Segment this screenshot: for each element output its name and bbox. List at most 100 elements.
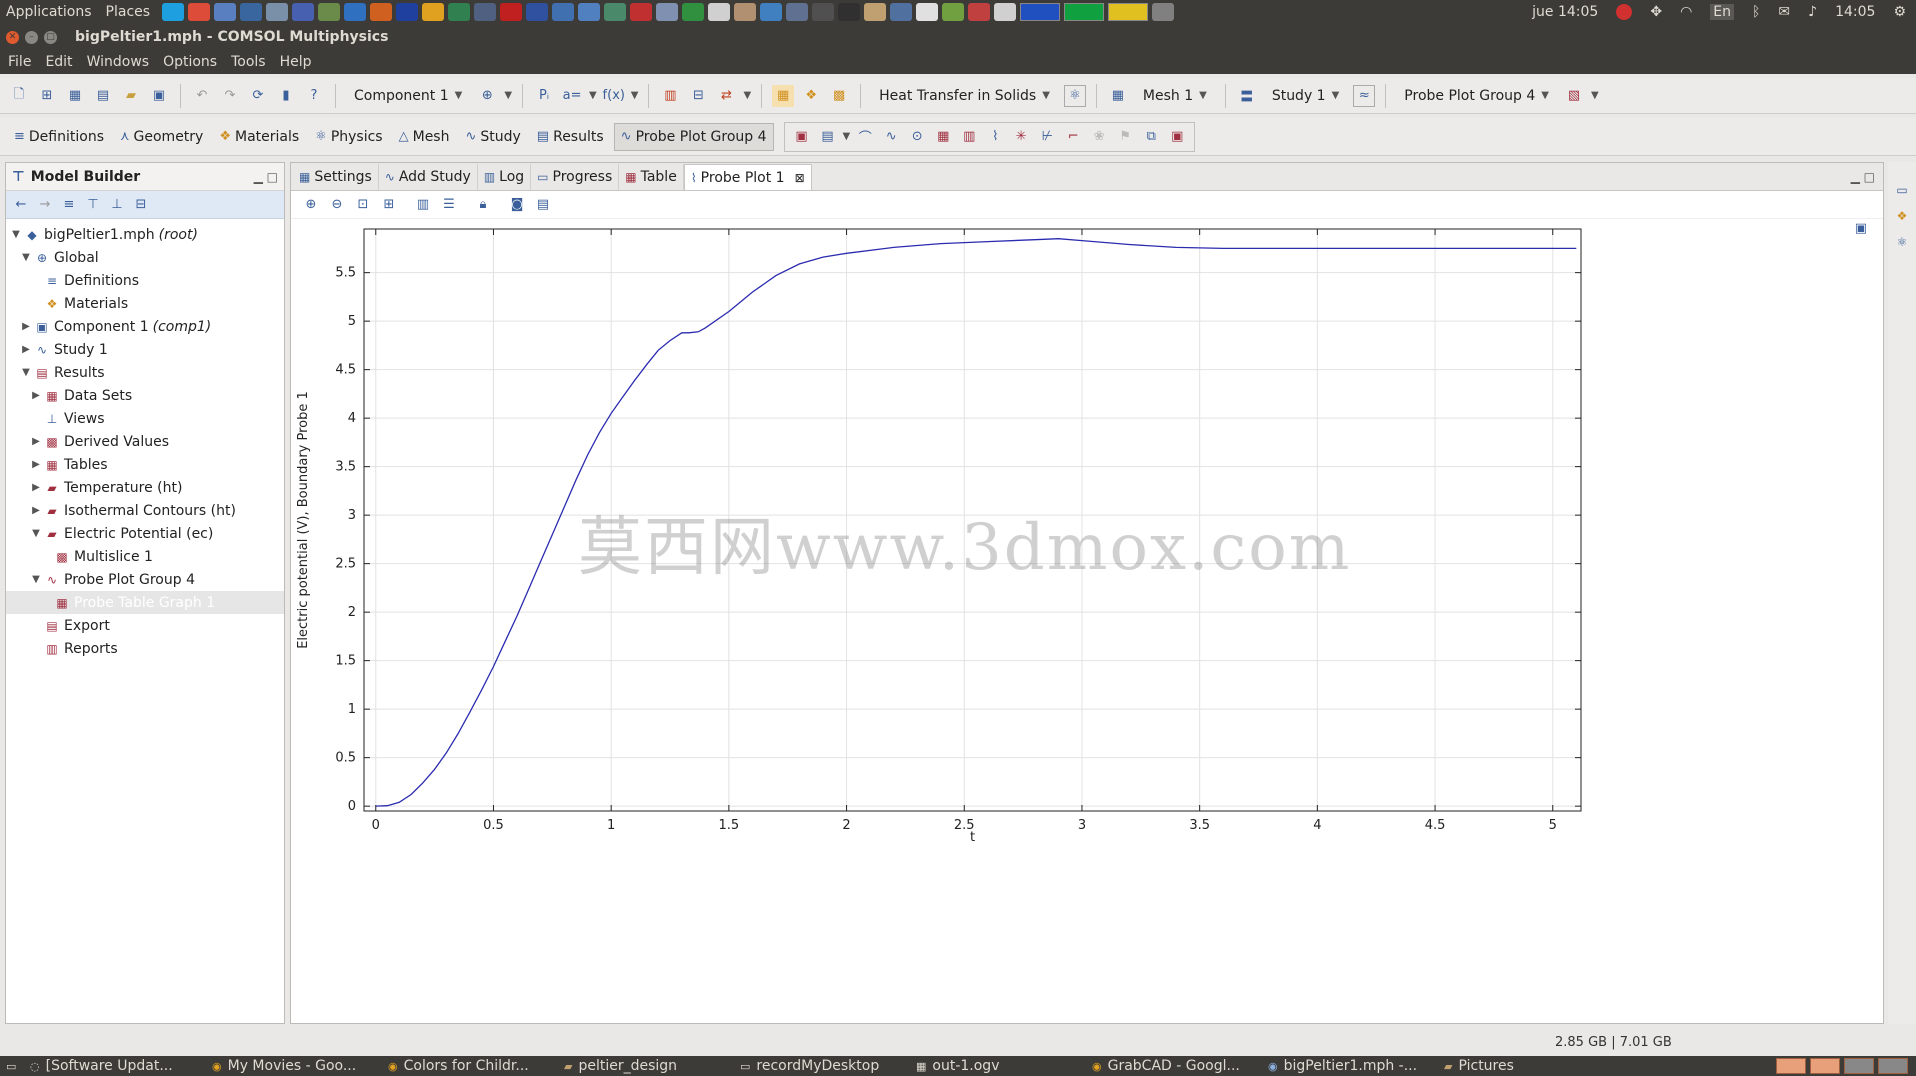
study-dropdown[interactable]: Study 1 ▼ (1264, 82, 1347, 110)
material-library-icon[interactable]: ▩ (828, 85, 850, 107)
menu-file[interactable]: File (8, 54, 31, 70)
add-component-icon[interactable]: ⊕ (476, 85, 498, 107)
toefl-icon[interactable] (786, 3, 809, 21)
point-graph-icon[interactable]: ⊙ (906, 126, 928, 148)
zoom-in-icon[interactable]: ⊕ (301, 195, 321, 215)
tree-node[interactable]: ▼ ⊕ Global (6, 246, 284, 269)
physics-icon[interactable]: ⚛ (1894, 234, 1910, 250)
app-icon[interactable] (942, 3, 965, 21)
workspace-4[interactable] (1878, 1058, 1908, 1074)
redo-icon[interactable]: ↷ (219, 85, 241, 107)
document-icon[interactable] (656, 3, 679, 21)
zoom-extents-icon[interactable]: ⊞ (379, 195, 399, 215)
tree-node[interactable]: ▶ ▰ Isothermal Contours (ht) (6, 499, 284, 522)
clock[interactable]: 14:05 (1835, 4, 1875, 20)
vpn-icon[interactable] (292, 3, 315, 21)
skype-icon[interactable] (162, 3, 185, 21)
reset-desktop-icon[interactable]: ⟳ (247, 85, 269, 107)
blank-model-icon[interactable]: ▦ (64, 85, 86, 107)
chevron-down-icon[interactable]: ▼ (504, 90, 512, 101)
expand-down-icon[interactable]: ▼ (30, 574, 42, 585)
app-icon[interactable] (526, 3, 549, 21)
kde-icon[interactable] (344, 3, 367, 21)
settings-gear-icon[interactable]: ⚙ (1893, 4, 1906, 20)
chevron-down-icon[interactable]: ▼ (1591, 90, 1599, 101)
ribbon-tab-physics[interactable]: ⚛ Physics (309, 123, 388, 151)
close-window-button[interactable]: ✕ (6, 30, 19, 44)
task-software-updater[interactable]: ◌ [Software Updat... (24, 1058, 206, 1074)
camera-icon[interactable]: ◙ (507, 195, 527, 215)
app-icon[interactable] (760, 3, 783, 21)
task-chrome-colors[interactable]: ◉ Colors for Childr... (382, 1058, 558, 1074)
grid-lines-icon[interactable]: ▥ (413, 195, 433, 215)
document-icon[interactable] (916, 3, 939, 21)
collapse-all-icon[interactable]: ⊤ (84, 196, 102, 214)
expand-right-icon[interactable]: ▶ (30, 505, 42, 516)
chevron-down-icon[interactable]: ▼ (743, 90, 751, 101)
workspace-switcher[interactable] (1776, 1058, 1916, 1074)
applications-menu[interactable]: Applications (6, 4, 92, 20)
save-icon[interactable]: ▣ (148, 85, 170, 107)
study-icon[interactable]: 〓 (1236, 85, 1258, 107)
tab-add-study[interactable]: ∿ Add Study (379, 164, 478, 190)
chrome-icon[interactable] (188, 3, 211, 21)
expand-down-icon[interactable]: ▼ (10, 229, 22, 240)
build-geometry-icon[interactable]: ▥ (659, 85, 681, 107)
app-icon[interactable] (396, 3, 419, 21)
maximize-panel-icon[interactable]: □ (267, 170, 278, 184)
task-chrome-grabcad[interactable]: ◉ GrabCAD - Googl... (1086, 1058, 1262, 1074)
histogram-icon[interactable]: ▥ (958, 126, 980, 148)
browser-icon[interactable] (214, 3, 237, 21)
undo-icon[interactable]: ↶ (191, 85, 213, 107)
filezilla-icon[interactable] (500, 3, 523, 21)
menu-edit[interactable]: Edit (45, 54, 72, 70)
show-desktop-icon[interactable]: ▭ (0, 1060, 24, 1073)
restore-icon[interactable]: ▭ (1894, 182, 1910, 198)
help-icon[interactable]: ? (303, 85, 325, 107)
zoom-box-icon[interactable]: ⊡ (353, 195, 373, 215)
mail-icon[interactable]: ✉ (1778, 4, 1790, 20)
image-export-icon[interactable]: ▣ (1166, 126, 1188, 148)
app-icon[interactable] (812, 3, 835, 21)
tree-node[interactable]: ▼ ▤ Results (6, 361, 284, 384)
bluetooth-icon[interactable]: ᛒ (1752, 4, 1760, 20)
back-arrow-icon[interactable]: ← (12, 196, 30, 214)
task-peltier-design[interactable]: ▰ peltier_design (558, 1058, 734, 1074)
tree-node[interactable]: ▶ ▣ Component 1 (comp1) (6, 315, 284, 338)
expand-all-icon[interactable]: ⊥ (108, 196, 126, 214)
tree-node[interactable]: ▼ ∿ Probe Plot Group 4 (6, 568, 284, 591)
virtualbox-icon[interactable] (474, 3, 497, 21)
tab-settings[interactable]: ▦ Settings (293, 164, 379, 190)
import-icon[interactable]: ⊟ (687, 85, 709, 107)
model-wizard-icon[interactable]: ⊞ (36, 85, 58, 107)
catia-icon[interactable] (994, 3, 1017, 21)
new-file-icon[interactable]: 🗋 (8, 85, 30, 107)
mesh-dropdown[interactable]: Mesh 1 ▼ (1135, 82, 1215, 110)
show-icon[interactable]: ≡ (60, 196, 78, 214)
app-icon[interactable] (448, 3, 471, 21)
legend-icon[interactable]: ☰ (439, 195, 459, 215)
workspace-1[interactable] (1776, 1058, 1806, 1074)
tab-log[interactable]: ▥ Log (478, 164, 532, 190)
tab-table[interactable]: ▦ Table (619, 164, 684, 190)
sort-icon[interactable]: ⊟ (132, 196, 150, 214)
ribbon-tab-mesh[interactable]: △ Mesh (393, 123, 456, 151)
date-time[interactable]: jue 14:05 (1532, 4, 1598, 20)
expand-right-icon[interactable]: ▶ (30, 390, 42, 401)
chevron-down-icon[interactable]: ▼ (631, 90, 639, 101)
table-graph-icon[interactable]: ▦ (932, 126, 954, 148)
expand-plot-icon[interactable]: ▣ (1855, 221, 1867, 236)
tab-probe-plot[interactable]: ⌇ Probe Plot 1 ⊠ (683, 164, 812, 190)
task-out-ogv[interactable]: ▦ out-1.ogv (910, 1058, 1086, 1074)
menu-help[interactable]: Help (280, 54, 312, 70)
close-tab-icon[interactable]: ⊠ (795, 171, 805, 185)
places-menu[interactable]: Places (106, 4, 151, 20)
menu-tools[interactable]: Tools (231, 54, 266, 70)
export-icon[interactable]: ⧉ (1140, 126, 1162, 148)
record-icon[interactable] (1616, 4, 1633, 20)
component-dropdown[interactable]: Component 1 ▼ (346, 82, 470, 110)
materials-icon[interactable]: ❖ (1894, 208, 1910, 224)
probe-plot-chart[interactable]: 0 0.5 1 1.5 2 2.5 3 3.5 4 4.5 500.511.522.533.544.… (291, 219, 1883, 1019)
wifi-icon[interactable]: ◠ (1680, 4, 1692, 20)
ribbon-tab-definitions[interactable]: ≡ Definitions (8, 123, 110, 151)
